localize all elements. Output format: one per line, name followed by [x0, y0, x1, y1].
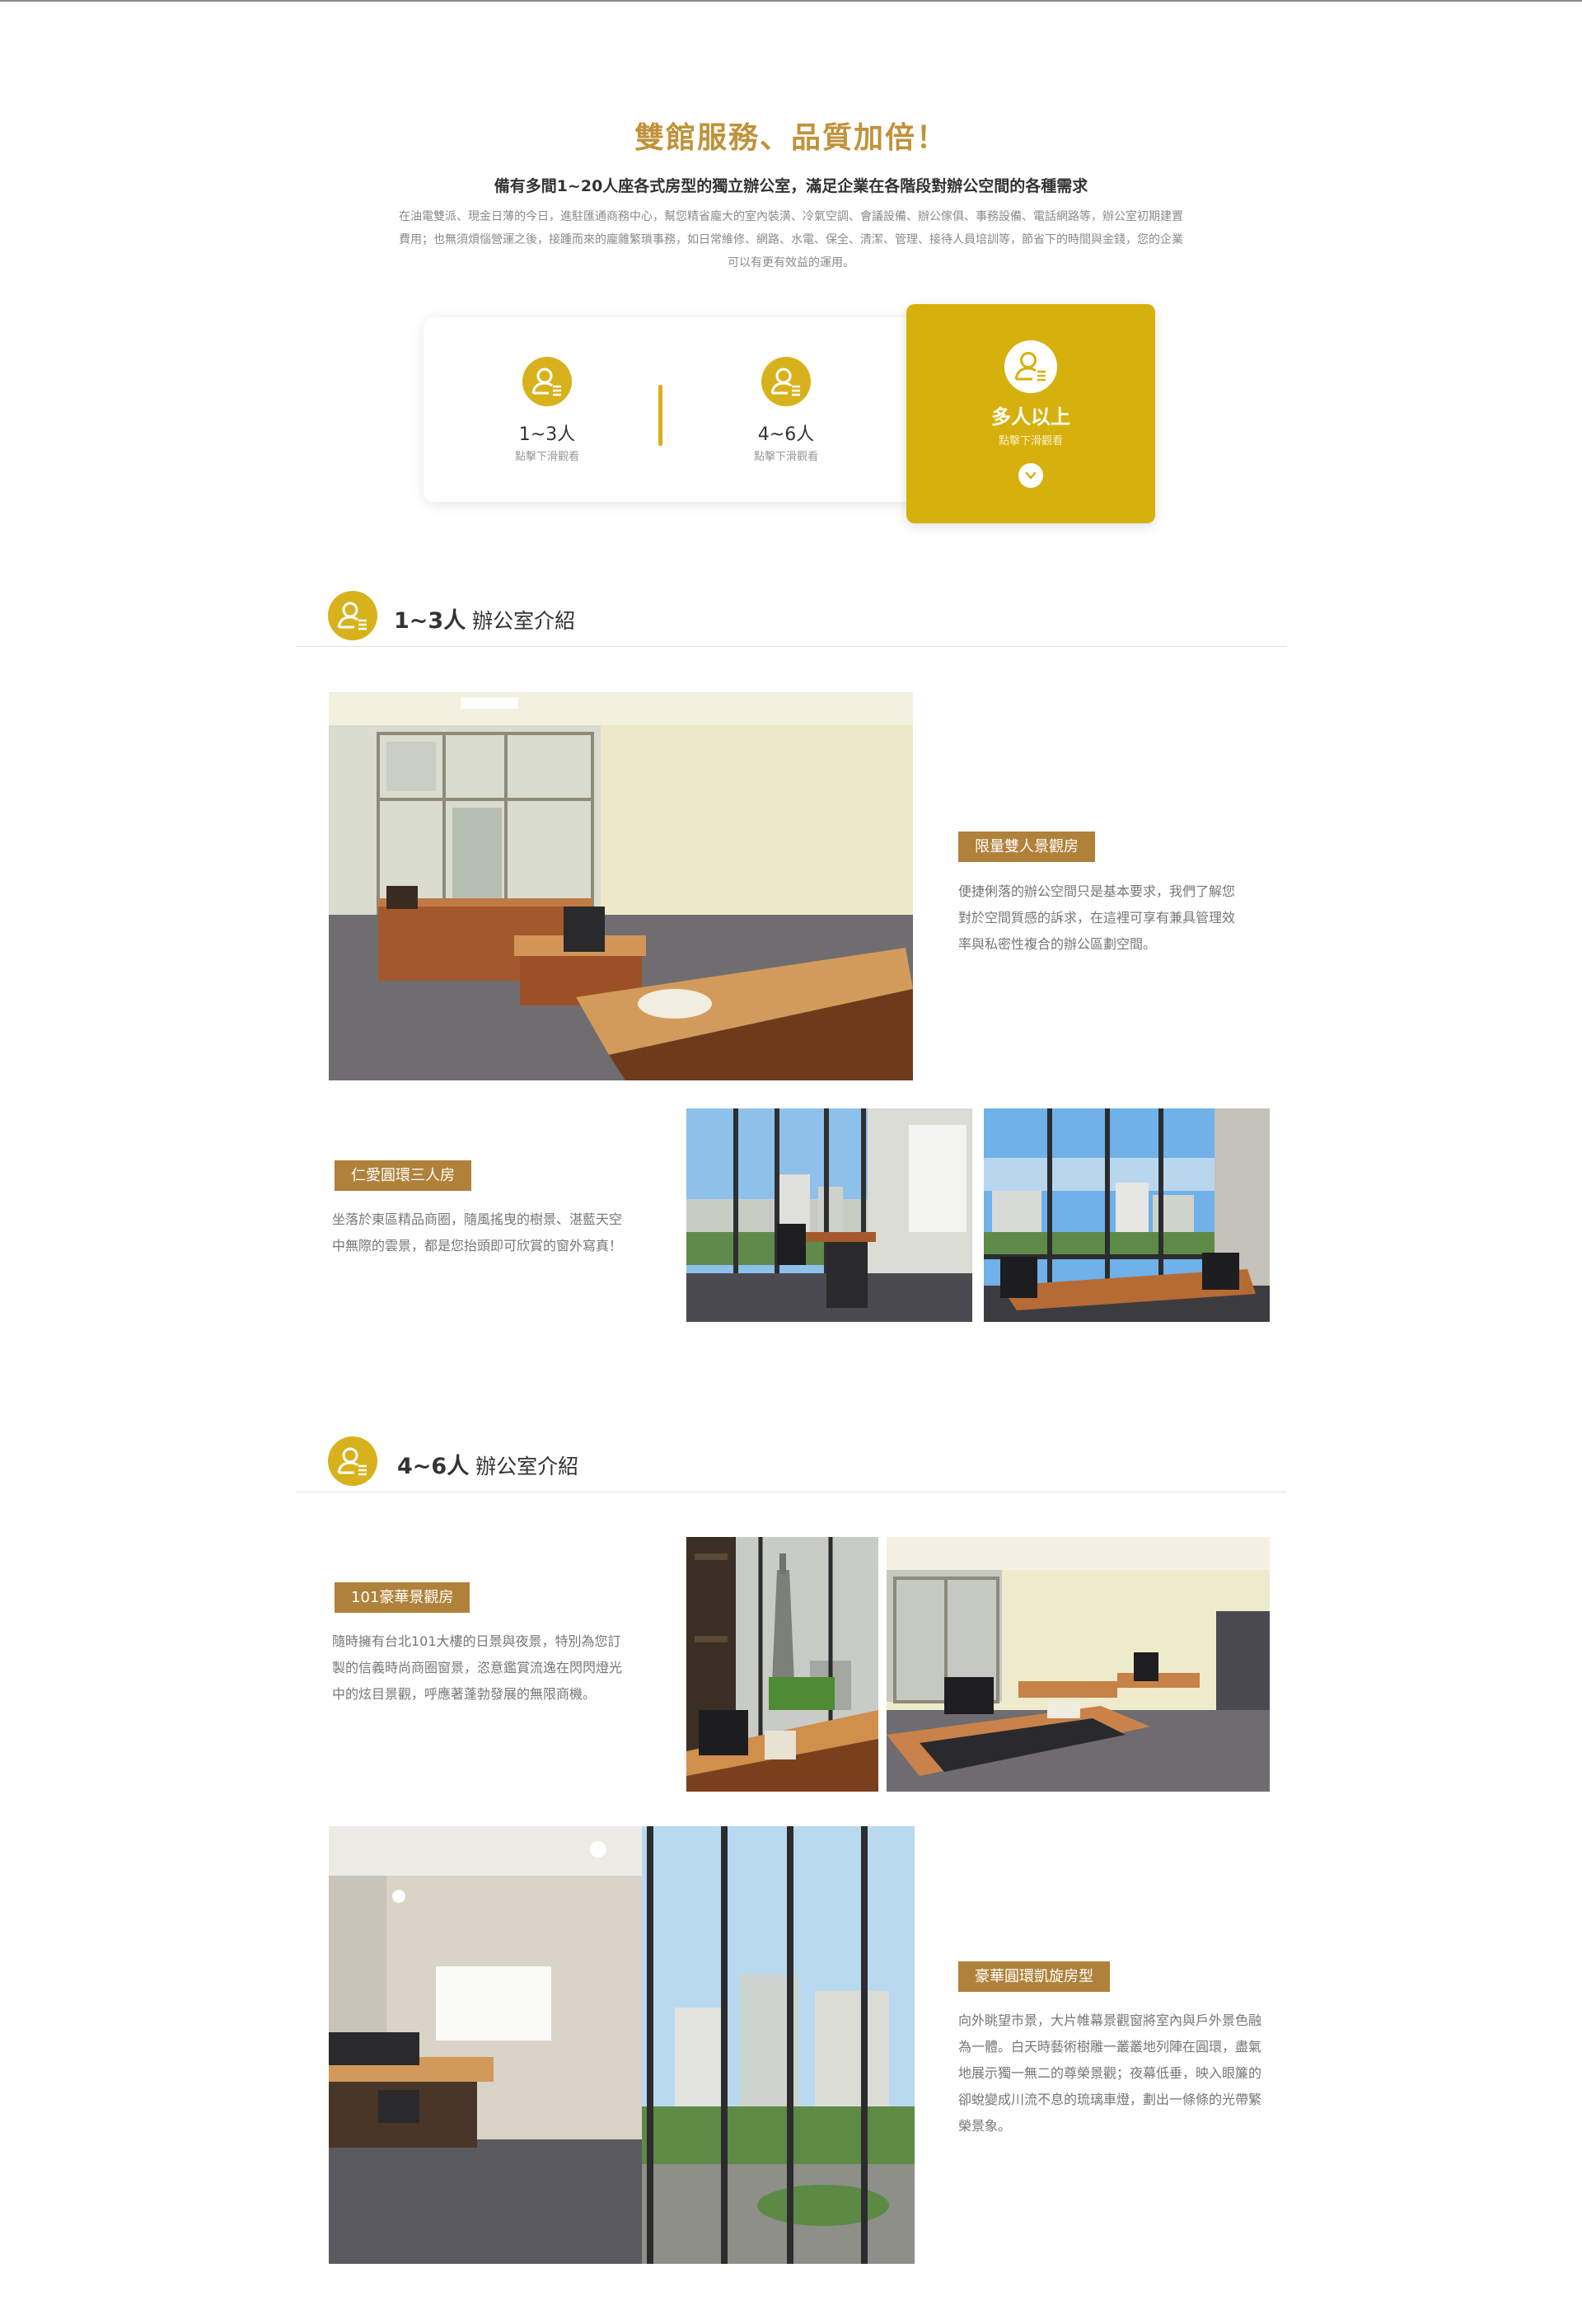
person-list-icon	[328, 1436, 377, 1486]
intro-description: 在油電雙派、現金日薄的今日，進駐匯通商務中心，幫您精省龐大的室內裝潢、冷氣空調、…	[399, 210, 1183, 269]
room-photo-101-view-a	[686, 1537, 878, 1792]
person-list-icon	[328, 591, 377, 640]
page-subtitle: 備有多間1~20人座各式房型的獨立辦公室，滿足企業在各階段對辦公空間的各種需求	[494, 177, 1088, 195]
selector-item-1-3[interactable]: 1~3人 點擊下滑觀看	[424, 317, 671, 502]
page-title: 雙館服務、品質加倍！	[634, 121, 948, 155]
room-photo-three-person-b	[984, 1108, 1270, 1322]
person-list-icon	[522, 357, 572, 406]
section-heading-4-6: 4~6人 辦公室介紹	[297, 1436, 1287, 1496]
selector-item-4-6[interactable]: 4~6人 點擊下滑觀看	[662, 317, 910, 502]
section-title-rest: 辦公室介紹	[466, 609, 576, 633]
section-title-bold: 1~3人	[394, 608, 466, 634]
section-title: 4~6人 辦公室介紹	[397, 1448, 578, 1480]
section-title: 1~3人 辦公室介紹	[394, 602, 575, 635]
selector-item-label: 多人以上	[991, 405, 1070, 429]
selector-item-label: 4~6人	[757, 424, 815, 445]
room-badge: 101豪華景觀房	[335, 1582, 470, 1613]
room-badge: 仁愛圓環三人房	[335, 1160, 471, 1191]
chevron-down-icon[interactable]	[1018, 463, 1043, 488]
room-description: 便捷俐落的辦公空間只是基本要求，我們了解您對於空間質感的訴求，在這裡可享有兼具管…	[958, 883, 1236, 952]
person-list-icon	[1004, 340, 1057, 393]
section-title-rest: 辦公室介紹	[469, 1455, 579, 1478]
room-photo-three-person-a	[686, 1108, 972, 1322]
room-photo-101-view-b	[887, 1537, 1270, 1792]
section-title-bold: 4~6人	[397, 1454, 470, 1479]
room-badge: 豪華圓環凱旋房型	[958, 1961, 1110, 1992]
selector-item-hint: 點擊下滑觀看	[753, 451, 818, 463]
room-badge: 限量雙人景觀房	[958, 832, 1095, 862]
room-description: 坐落於東區精品商圈，隨風搖曳的樹景、湛藍天空中無際的雲景，都是您抬頭即可欣賞的窗…	[332, 1211, 623, 1253]
section-divider	[297, 646, 1287, 647]
selector-item-hint: 點擊下滑觀看	[514, 451, 579, 463]
selector-item-label: 1~3人	[518, 424, 576, 445]
room-photo-roundabout	[329, 1826, 915, 2264]
room-photo-two-person	[329, 692, 913, 1080]
selector-item-multi-active[interactable]: 多人以上 點擊下滑觀看	[906, 304, 1155, 523]
section-heading-1-3: 1~3人 辦公室介紹	[297, 591, 1287, 650]
room-description: 隨時擁有台北101大樓的日景與夜景，特別為您訂製的信義時尚商圈窗景，恣意鑑賞流逸…	[332, 1633, 623, 1702]
room-size-selector: 1~3人 點擊下滑觀看 4~6人 點擊下滑觀看	[424, 317, 918, 502]
room-description: 向外眺望市景，大片帷幕景觀窗將室內與戶外景色融為一體。白天時藝術樹雕一叢叢地列陣…	[958, 2012, 1262, 2134]
selector-item-hint: 點擊下滑觀看	[998, 435, 1063, 447]
top-border	[0, 0, 1582, 2]
person-list-icon	[761, 357, 811, 406]
